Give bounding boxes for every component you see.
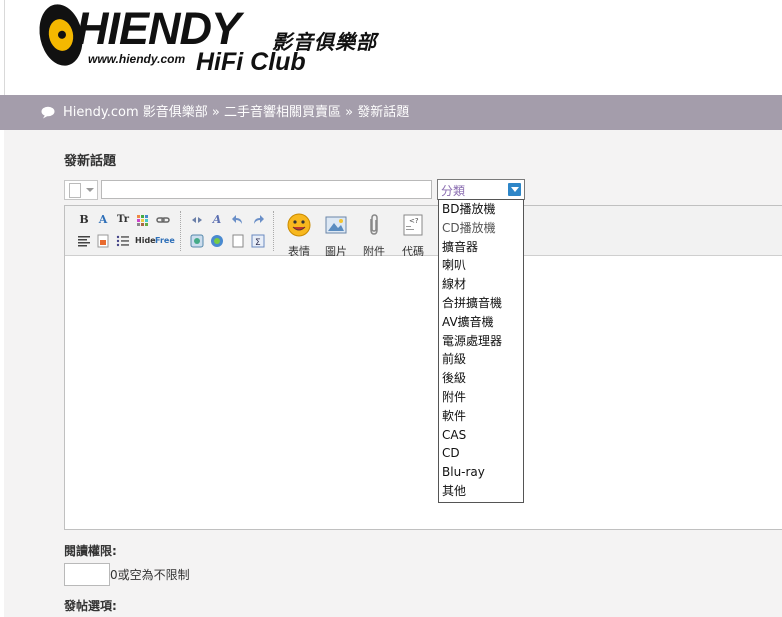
category-select[interactable]: 分類 xyxy=(437,179,525,200)
site-header: HIENDY 影音俱樂部 www.hiendy.com HiFi Club xyxy=(0,0,782,95)
table-icon[interactable] xyxy=(136,213,150,227)
read-permission-hint: 0或空為不限制 xyxy=(110,568,190,582)
breadcrumb-home-link[interactable]: Hiendy.com 影音俱樂部 xyxy=(63,105,208,120)
post-options-label: 發帖選項: xyxy=(64,599,117,613)
sum-icon[interactable]: Σ xyxy=(251,234,265,248)
smiley-icon xyxy=(287,213,311,237)
category-option[interactable]: 後級 xyxy=(439,369,523,388)
breadcrumb-current: 發新話題 xyxy=(357,105,410,120)
emoticon-button[interactable]: 表情 xyxy=(281,213,317,258)
page-icon[interactable] xyxy=(231,234,245,248)
breadcrumb-forum-link[interactable]: 二手音響相關買賣區 xyxy=(224,105,341,120)
svg-text:Σ: Σ xyxy=(255,238,261,248)
subject-input[interactable] xyxy=(101,180,432,199)
breadcrumb: Hiendy.com 影音俱樂部 » 二手音響相關買賣區 » 發新話題 xyxy=(63,104,409,122)
background-color-icon[interactable] xyxy=(96,234,110,248)
category-dropdown-list: BD播放機 CD播放機 擴音器 喇叭 線材 合拼擴音機 AV擴音機 電源處理器 … xyxy=(438,199,524,503)
free-icon[interactable]: Free xyxy=(155,234,175,248)
chevron-down-icon[interactable] xyxy=(508,183,521,196)
undo-icon[interactable] xyxy=(231,213,245,227)
category-option[interactable]: BD播放機 xyxy=(439,200,523,219)
remove-format-icon[interactable]: A xyxy=(210,213,224,227)
code-button[interactable]: <? 代碼 xyxy=(395,213,431,258)
category-option[interactable]: 喇叭 xyxy=(439,256,523,275)
category-option[interactable]: 其他 xyxy=(439,482,523,501)
category-selected-value: 分類 xyxy=(441,184,466,198)
category-option[interactable]: 線材 xyxy=(439,275,523,294)
list-icon[interactable] xyxy=(116,234,130,248)
code-icon: <? xyxy=(403,214,423,236)
editor-textarea[interactable] xyxy=(65,256,782,529)
category-option[interactable]: 附件 xyxy=(439,388,523,407)
category-option[interactable]: CD xyxy=(439,444,523,463)
category-option[interactable]: CAS xyxy=(439,426,523,445)
post-icon-select[interactable] xyxy=(64,180,98,200)
category-option[interactable]: 電源處理器 xyxy=(439,332,523,351)
logo-url: www.hiendy.com xyxy=(88,52,186,66)
font-size-icon[interactable]: Tr xyxy=(116,213,130,227)
chevron-down-icon xyxy=(86,188,94,192)
breadcrumb-separator: » xyxy=(340,105,358,120)
align-icon[interactable] xyxy=(77,234,91,248)
read-permission-label: 閱讀權限: xyxy=(64,544,117,558)
category-option[interactable]: 合拼擴音機 xyxy=(439,294,523,313)
insert-image-url-icon[interactable] xyxy=(190,234,204,248)
category-option[interactable]: 擴音器 xyxy=(439,238,523,257)
page-title: 發新話題 xyxy=(64,154,117,169)
category-option[interactable]: AV擴音機 xyxy=(439,313,523,332)
breadcrumb-separator: » xyxy=(207,105,224,120)
attachment-button[interactable]: 附件 xyxy=(356,213,392,258)
chat-bubble-icon xyxy=(41,106,55,119)
insert-media-icon[interactable] xyxy=(210,234,224,248)
category-option[interactable]: Blu-ray xyxy=(439,463,523,482)
category-option[interactable]: 軟件 xyxy=(439,407,523,426)
unlink-icon[interactable] xyxy=(190,213,204,227)
logo-tagline: HiFi Club xyxy=(196,48,306,76)
category-option[interactable]: 前級 xyxy=(439,350,523,369)
read-permission-input[interactable] xyxy=(64,563,110,586)
image-button[interactable]: 圖片 xyxy=(318,213,354,258)
redo-icon[interactable] xyxy=(251,213,265,227)
paperclip-icon xyxy=(370,214,378,235)
category-option[interactable]: CD播放機 xyxy=(439,219,523,238)
image-icon xyxy=(325,216,347,234)
rich-text-editor: B A Tr A Hide Free Σ 表情 圖片 附件 <? 代碼 xyxy=(64,205,782,530)
editor-toolbar: B A Tr A Hide Free Σ 表情 圖片 附件 <? 代碼 xyxy=(65,206,782,258)
svg-text:<?: <? xyxy=(409,217,419,225)
document-icon xyxy=(69,183,81,198)
bold-icon[interactable]: B xyxy=(77,213,91,227)
font-color-icon[interactable]: A xyxy=(96,213,110,227)
link-icon[interactable] xyxy=(156,213,170,227)
hide-icon[interactable]: Hide xyxy=(135,234,156,248)
logo-brand: HIENDY xyxy=(76,3,241,54)
hiendy-logo[interactable]: HIENDY 影音俱樂部 www.hiendy.com HiFi Club xyxy=(34,0,385,82)
